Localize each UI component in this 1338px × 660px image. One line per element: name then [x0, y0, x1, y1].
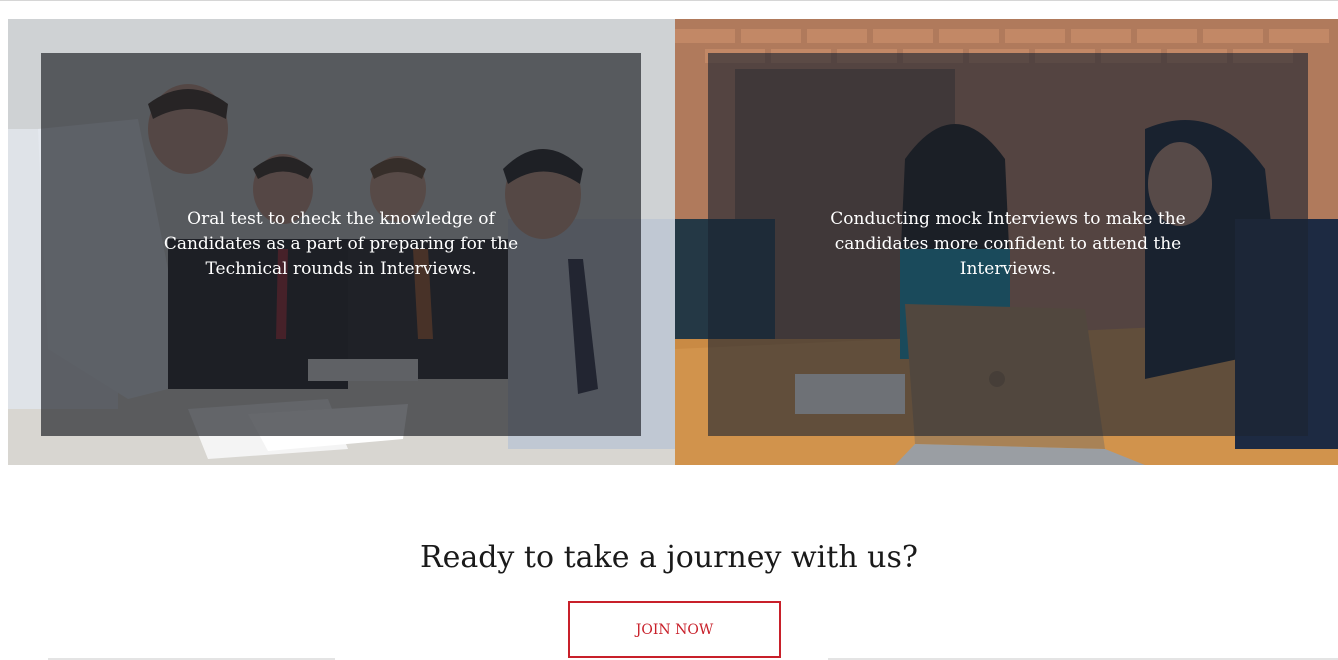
cta-heading: Ready to take a journey with us?: [420, 540, 918, 575]
caption-overlay: Conducting mock Interviews to make the c…: [708, 53, 1308, 436]
join-now-button[interactable]: JOIN NOW: [568, 601, 781, 658]
caption-overlay: Oral test to check the knowledge of Cand…: [41, 53, 641, 436]
gallery-item-oral-test: Oral test to check the knowledge of Cand…: [8, 19, 675, 465]
gallery-caption: Conducting mock Interviews to make the c…: [830, 209, 1186, 279]
gallery-item-mock-interview: Conducting mock Interviews to make the c…: [675, 19, 1338, 465]
gallery-caption: Oral test to check the knowledge of Cand…: [163, 209, 519, 279]
top-border: [0, 0, 1338, 1]
